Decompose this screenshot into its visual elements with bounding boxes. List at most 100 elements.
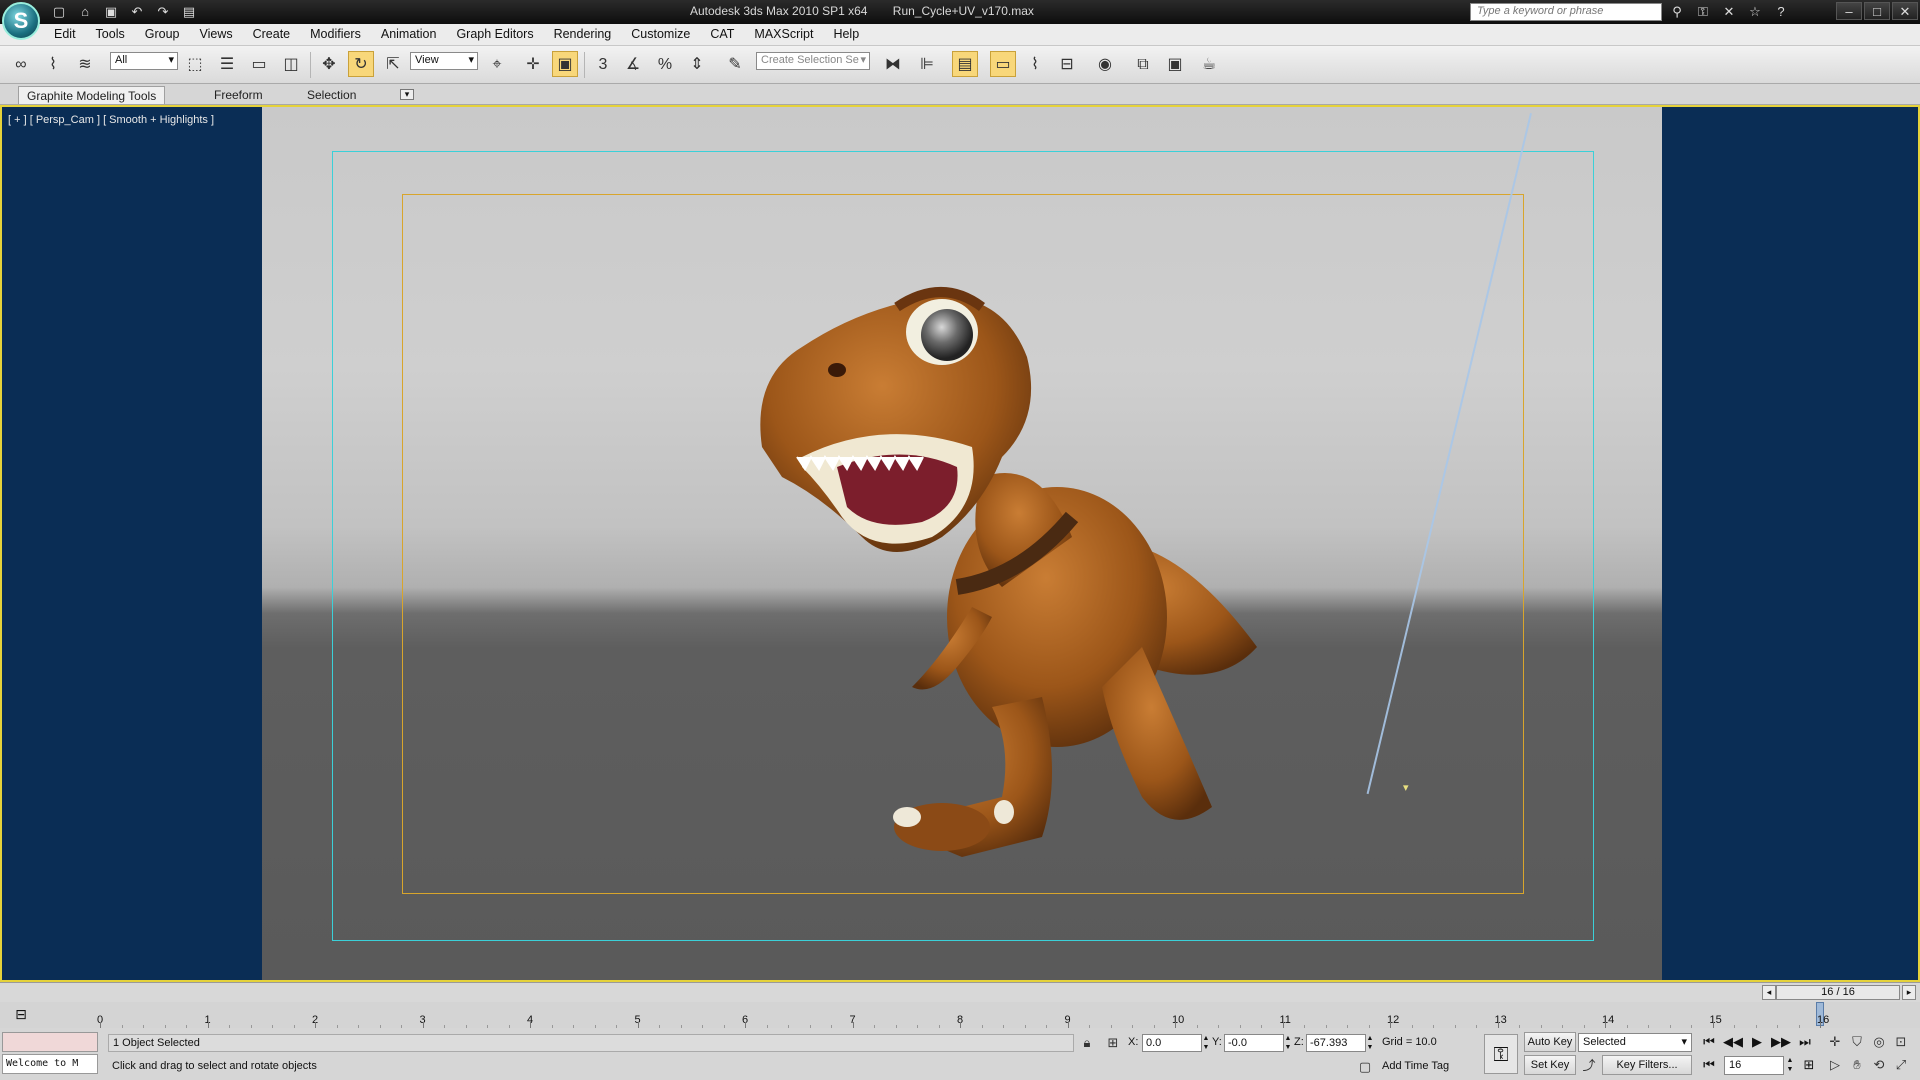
- pivot-center-icon[interactable]: ⌖: [484, 51, 510, 77]
- maxscript-mini-listener[interactable]: Welcome to M: [2, 1054, 98, 1074]
- binoculars-icon[interactable]: ⚲: [1666, 3, 1688, 21]
- undo-icon[interactable]: ↶: [126, 3, 148, 21]
- frame-spinner-icon[interactable]: ▲ ▼: [1786, 1056, 1794, 1074]
- tab-freeform[interactable]: Freeform: [206, 86, 271, 104]
- maximize-toggle-icon[interactable]: ⤢: [1890, 1055, 1912, 1075]
- maxscript-listener-output[interactable]: [2, 1032, 98, 1052]
- subscription-icon[interactable]: ⚿: [1692, 3, 1714, 21]
- x-spinner-icon[interactable]: ▲ ▼: [1202, 1034, 1210, 1052]
- menu-maxscript[interactable]: MAXScript: [754, 27, 813, 41]
- menu-views[interactable]: Views: [199, 27, 232, 41]
- link-icon[interactable]: ∞: [8, 51, 34, 77]
- y-spinner-icon[interactable]: ▲ ▼: [1284, 1034, 1292, 1052]
- graphite-toggle-icon[interactable]: ▭: [990, 51, 1016, 77]
- x-coordinate-field[interactable]: 0.0: [1142, 1034, 1202, 1052]
- trackbar[interactable]: ⊟ 0 1 2 3 4 5 6 7 8 9 10 11 12 13 14 15 16: [0, 1002, 1920, 1028]
- rendered-frame-window-icon[interactable]: ▣: [1162, 51, 1188, 77]
- save-file-icon[interactable]: ▣: [100, 3, 122, 21]
- z-spinner-icon[interactable]: ▲ ▼: [1366, 1034, 1374, 1052]
- material-editor-icon[interactable]: ◉: [1092, 51, 1118, 77]
- keyboard-shortcut-override-icon[interactable]: ▣: [552, 51, 578, 77]
- menu-modifiers[interactable]: Modifiers: [310, 27, 361, 41]
- align-icon[interactable]: ⊫: [914, 51, 940, 77]
- select-by-name-icon[interactable]: ☰: [214, 51, 240, 77]
- default-tangents-icon[interactable]: ⤴: [1580, 1057, 1598, 1075]
- mini-curve-editor-icon[interactable]: ⊟: [10, 1006, 32, 1024]
- unlink-icon[interactable]: ⌇: [40, 51, 66, 77]
- dinosaur-model[interactable]: [742, 217, 1282, 877]
- selection-lock-icon[interactable]: 🔒︎: [1078, 1034, 1096, 1052]
- tab-selection[interactable]: Selection: [299, 86, 364, 104]
- orbit-icon[interactable]: ◎: [1868, 1032, 1890, 1052]
- maximize-viewport-icon[interactable]: ⊡: [1890, 1032, 1912, 1052]
- zoom-icon[interactable]: ✛: [1824, 1032, 1846, 1052]
- menu-cat[interactable]: CAT: [710, 27, 734, 41]
- project-folder-icon[interactable]: ▤: [178, 3, 200, 21]
- viewport-label[interactable]: [ + ] [ Persp_Cam ] [ Smooth + Highlight…: [8, 114, 214, 126]
- layer-manager-icon[interactable]: ▤: [952, 51, 978, 77]
- next-frame-icon[interactable]: ▶▶: [1770, 1032, 1792, 1052]
- mirror-icon[interactable]: ⧓: [880, 51, 906, 77]
- favorites-star-icon[interactable]: ☆: [1744, 3, 1766, 21]
- menu-rendering[interactable]: Rendering: [554, 27, 612, 41]
- redo-icon[interactable]: ↷: [152, 3, 174, 21]
- set-keys-key-icon[interactable]: ⚿: [1484, 1034, 1518, 1074]
- absolute-mode-icon[interactable]: ⊞: [1104, 1034, 1122, 1052]
- spinner-snap-icon[interactable]: ⇕: [684, 51, 710, 77]
- menu-animation[interactable]: Animation: [381, 27, 437, 41]
- render-production-icon[interactable]: ☕: [1196, 51, 1222, 77]
- select-object-icon[interactable]: ⬚: [182, 51, 208, 77]
- open-file-icon[interactable]: ⌂: [74, 3, 96, 21]
- window-crossing-icon[interactable]: ◫: [278, 51, 304, 77]
- move-icon[interactable]: ✥: [316, 51, 342, 77]
- angle-snap-icon[interactable]: ∡: [620, 51, 646, 77]
- key-mode-toggle-icon[interactable]: ⏮: [1698, 1055, 1720, 1075]
- rotate-icon[interactable]: ↻: [348, 51, 374, 77]
- perspective-viewport[interactable]: [ + ] [ Persp_Cam ] [ Smooth + Highlight…: [0, 105, 1920, 982]
- auto-key-button[interactable]: Auto Key: [1524, 1032, 1576, 1052]
- minimize-icon[interactable]: –: [1836, 2, 1862, 20]
- curve-editor-icon[interactable]: ⌇: [1022, 51, 1048, 77]
- schematic-view-icon[interactable]: ⊟: [1054, 51, 1080, 77]
- close-icon[interactable]: ✕: [1892, 2, 1918, 20]
- time-slider[interactable]: 16 / 16: [1776, 985, 1900, 1000]
- orbit-camera-icon[interactable]: ⟲: [1868, 1055, 1890, 1075]
- add-time-tag[interactable]: Add Time Tag: [1382, 1060, 1449, 1072]
- new-file-icon[interactable]: ▢: [48, 3, 70, 21]
- current-frame-field[interactable]: 16: [1724, 1056, 1784, 1075]
- set-key-button[interactable]: Set Key: [1524, 1055, 1576, 1075]
- edit-named-selection-icon[interactable]: ✎: [722, 51, 748, 77]
- ribbon-options-icon[interactable]: ▾: [400, 89, 414, 100]
- time-slider-next-icon[interactable]: ▸: [1902, 985, 1916, 1000]
- tab-graphite-modeling-tools[interactable]: Graphite Modeling Tools: [18, 86, 166, 104]
- menu-group[interactable]: Group: [145, 27, 180, 41]
- zoom-all-icon[interactable]: ⛉: [1846, 1032, 1868, 1052]
- selection-filter-dropdown[interactable]: All: [110, 52, 178, 70]
- search-input[interactable]: Type a keyword or phrase: [1470, 3, 1662, 21]
- key-filters-button[interactable]: Key Filters...: [1602, 1055, 1692, 1075]
- time-configuration-icon[interactable]: ⊞: [1798, 1055, 1820, 1075]
- go-to-start-icon[interactable]: ⏮: [1698, 1032, 1720, 1052]
- time-slider-prev-icon[interactable]: ◂: [1762, 985, 1776, 1000]
- field-of-view-icon[interactable]: ▷: [1824, 1055, 1846, 1075]
- scale-icon[interactable]: ⇱: [380, 51, 406, 77]
- previous-frame-icon[interactable]: ◀◀: [1722, 1032, 1744, 1052]
- render-setup-icon[interactable]: ⧉: [1130, 51, 1156, 77]
- camera-target-icon[interactable]: ▾: [1403, 781, 1409, 794]
- communication-icon[interactable]: ✕: [1718, 3, 1740, 21]
- play-icon[interactable]: ▶: [1746, 1032, 1768, 1052]
- key-mode-dropdown[interactable]: Selected: [1578, 1033, 1692, 1052]
- time-tag-icon[interactable]: ▢: [1356, 1058, 1374, 1076]
- z-coordinate-field[interactable]: -67.393: [1306, 1034, 1366, 1052]
- go-to-end-icon[interactable]: ⏭: [1794, 1032, 1816, 1052]
- snap-toggle-icon[interactable]: 3: [590, 51, 616, 77]
- menu-edit[interactable]: Edit: [54, 27, 76, 41]
- percent-snap-icon[interactable]: %: [652, 51, 678, 77]
- manipulate-icon[interactable]: ✛: [520, 51, 546, 77]
- named-selection-dropdown[interactable]: Create Selection Se: [756, 52, 870, 70]
- y-coordinate-field[interactable]: -0.0: [1224, 1034, 1284, 1052]
- menu-tools[interactable]: Tools: [96, 27, 125, 41]
- menu-graph-editors[interactable]: Graph Editors: [456, 27, 533, 41]
- pan-icon[interactable]: ✋︎: [1846, 1055, 1868, 1075]
- rectangular-selection-icon[interactable]: ▭: [246, 51, 272, 77]
